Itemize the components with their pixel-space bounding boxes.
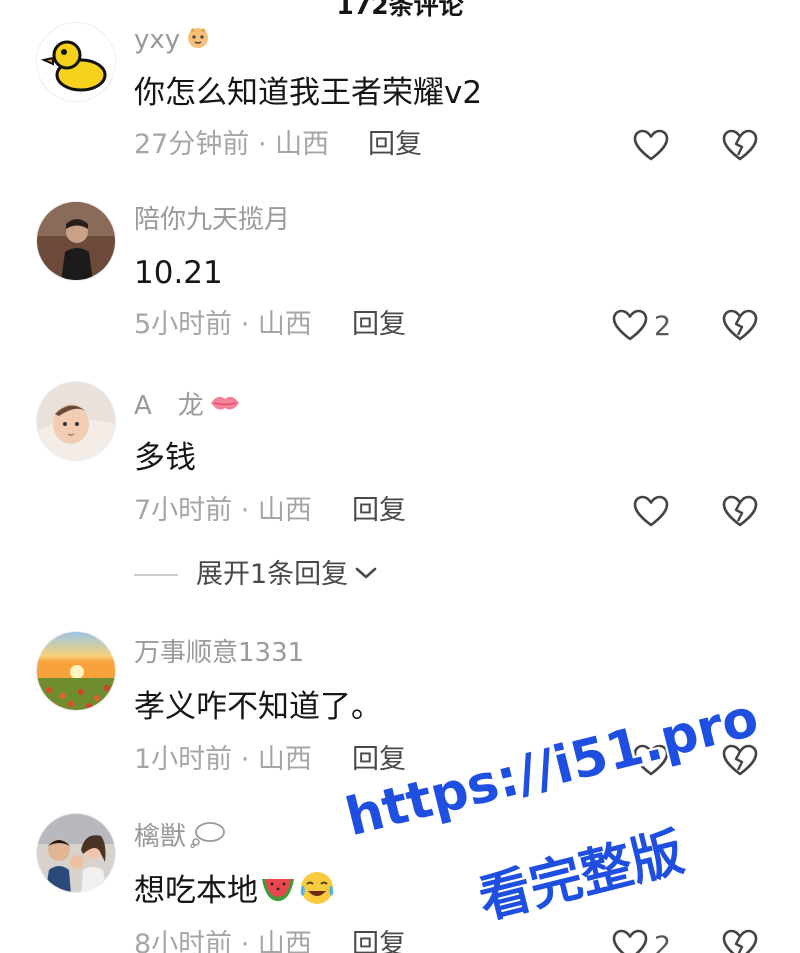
comment-time-location: 5小时前 · 山西	[134, 309, 312, 340]
watermark-caption: 看完整版	[473, 822, 690, 931]
like-button[interactable]	[633, 744, 669, 780]
laughing-crying-emoji	[298, 870, 336, 915]
comment-time-location: 7小时前 · 山西	[134, 495, 312, 526]
thought-bubble-emoji	[190, 820, 226, 855]
heart-icon	[633, 129, 669, 165]
heart-icon	[612, 309, 648, 345]
reply-button[interactable]: 回复	[368, 128, 422, 162]
comment-text: 孝义咋不知道了。	[134, 689, 382, 725]
expand-replies-button[interactable]: 展开1条回复	[134, 558, 378, 592]
reply-button[interactable]: 回复	[352, 928, 406, 953]
like-count: 2	[654, 931, 672, 953]
comment-text: 10.21	[134, 255, 223, 291]
reply-button[interactable]: 回复	[352, 743, 406, 777]
dislike-button[interactable]	[722, 309, 758, 345]
watermelon-emoji	[260, 873, 296, 912]
like-count: 2	[654, 311, 672, 342]
username[interactable]: yxy	[134, 25, 212, 56]
heart-icon	[633, 744, 669, 780]
username[interactable]: 檎獣	[134, 820, 226, 855]
dislike-button[interactable]	[722, 129, 758, 165]
baby-avatar[interactable]	[36, 381, 116, 461]
comment-text: 你怎么知道我王者荣耀v2	[134, 75, 483, 111]
dislike-button[interactable]	[722, 744, 758, 780]
comment-text: 多钱	[134, 440, 196, 476]
dislike-button[interactable]	[722, 495, 758, 531]
broken-heart-icon	[722, 129, 758, 165]
broken-heart-icon	[722, 309, 758, 345]
comment-time-location: 8小时前 · 山西	[134, 929, 312, 953]
broken-heart-icon	[722, 744, 758, 780]
person-avatar[interactable]	[36, 201, 116, 281]
heart-icon	[612, 929, 648, 953]
comment-count-title: 172条评论	[336, 0, 464, 20]
username[interactable]: A 龙	[134, 390, 242, 423]
reply-button[interactable]: 回复	[352, 494, 406, 528]
comment-panel: 172条评论 yxy 你怎么知道我王者荣耀v2 27分钟前 · 山西 回复 陪你…	[0, 0, 800, 953]
username[interactable]: 万事顺意1331	[134, 638, 304, 668]
family-avatar[interactable]	[36, 813, 116, 893]
like-button[interactable]: 2	[612, 929, 671, 953]
like-button[interactable]	[633, 495, 669, 531]
heart-icon	[633, 495, 669, 531]
kiss-emoji	[208, 390, 242, 423]
comment-text: 想吃本地	[134, 870, 336, 915]
username[interactable]: 陪你九天揽月	[134, 205, 290, 235]
divider-line	[134, 574, 178, 576]
broken-heart-icon	[722, 495, 758, 531]
chevron-down-icon	[354, 565, 378, 585]
like-button[interactable]	[633, 129, 669, 165]
reply-button[interactable]: 回复	[352, 308, 406, 342]
expand-replies-label: 展开1条回复	[196, 559, 349, 590]
broken-heart-icon	[722, 929, 758, 953]
comment-time-location: 27分钟前 · 山西	[134, 129, 330, 160]
duck-avatar[interactable]	[36, 22, 116, 102]
like-button[interactable]: 2	[612, 309, 671, 345]
comment-time-location: 1小时前 · 山西	[134, 744, 312, 775]
tiger-emoji	[184, 25, 212, 56]
sunset-avatar[interactable]	[36, 631, 116, 711]
dislike-button[interactable]	[722, 929, 758, 953]
